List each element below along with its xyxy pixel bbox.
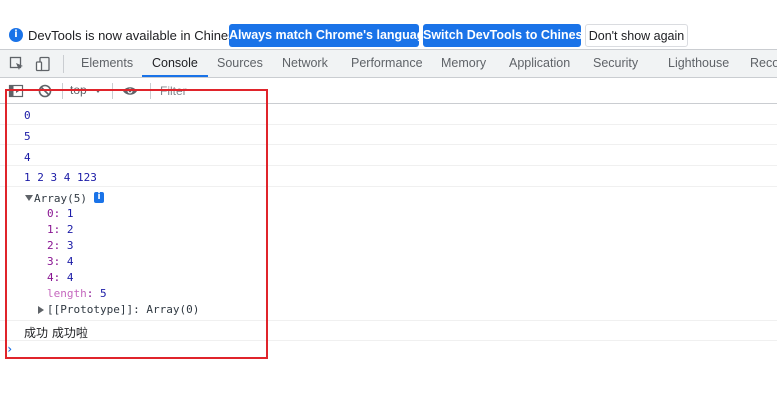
always-match-language-button[interactable]: Always match Chrome's language	[229, 24, 431, 47]
expand-triangle-icon[interactable]	[25, 195, 33, 201]
infobar-message: DevTools is now available in Chinese!	[28, 28, 246, 43]
tab-sources[interactable]: Sources	[217, 50, 263, 77]
tab-lighthouse[interactable]: Lighthouse	[668, 50, 729, 77]
tab-console[interactable]: Console	[142, 50, 208, 77]
tab-elements[interactable]: Elements	[81, 50, 133, 77]
array-property: 2: 3	[47, 239, 74, 252]
log-chinese-text: 成功 成功啦	[24, 326, 88, 340]
chevron-down-icon	[95, 89, 101, 93]
log-value: 5	[24, 130, 31, 143]
tab-application[interactable]: Application	[509, 50, 570, 77]
array-property: 1: 2	[47, 223, 74, 236]
log-value: 0	[24, 109, 31, 122]
array-property: 4: 4	[47, 271, 74, 284]
toolbar-separator	[112, 83, 113, 99]
array-property: 3: 4	[47, 255, 74, 268]
console-messages: 0 5 4 1 2 3 4 123 Array(5) i 0: 1 1: 2 2…	[0, 104, 777, 359]
log-value: 4	[24, 151, 31, 164]
array-property: 0: 1	[47, 207, 74, 220]
toolbar-separator	[150, 83, 151, 99]
console-prompt-icon: ›	[6, 342, 14, 356]
array-prototype[interactable]: [[Prototype]]: Array(0)	[47, 303, 199, 316]
tab-network[interactable]: Network	[282, 50, 328, 77]
device-toolbar-icon[interactable]	[35, 56, 51, 72]
toolbar-separator	[62, 83, 63, 99]
console-message: 成功 成功啦	[0, 321, 777, 341]
tab-memory[interactable]: Memory	[441, 50, 486, 77]
context-selector[interactable]: top	[70, 83, 87, 97]
console-message: 4	[0, 145, 777, 166]
array-length-property: length: 5	[47, 287, 107, 300]
info-badge-icon[interactable]: i	[94, 192, 104, 203]
inspect-element-icon[interactable]	[9, 56, 25, 72]
info-icon: i	[9, 28, 23, 42]
console-prompt-row[interactable]: ›	[0, 341, 777, 359]
devtools-tab-bar: Elements Console Sources Network Perform…	[0, 50, 777, 78]
tab-security[interactable]: Security	[593, 50, 638, 77]
dont-show-again-button[interactable]: Don't show again	[585, 24, 688, 47]
console-message: 0	[0, 104, 777, 125]
tab-recorder[interactable]: Reco	[750, 50, 777, 77]
switch-to-chinese-button[interactable]: Switch DevTools to Chinese	[423, 24, 589, 47]
console-sidebar-icon[interactable]	[8, 83, 24, 99]
clear-console-icon[interactable]	[37, 83, 53, 99]
language-infobar: i DevTools is now available in Chinese! …	[0, 21, 777, 50]
console-message: 1 2 3 4 123	[0, 166, 777, 187]
log-multiple-values: 1 2 3 4 123	[24, 171, 97, 184]
console-array-message: Array(5) i 0: 1 1: 2 2: 3 3: 4 4: 4 leng…	[0, 187, 777, 321]
array-label[interactable]: Array(5)	[34, 192, 87, 205]
tab-bar-separator	[63, 55, 64, 73]
live-expression-eye-icon[interactable]	[122, 83, 138, 99]
console-toolbar: top	[0, 78, 777, 104]
filter-input[interactable]	[156, 82, 460, 100]
expand-prototype-icon[interactable]	[38, 306, 44, 314]
console-message: 5	[0, 125, 777, 145]
tab-performance[interactable]: Performance	[351, 50, 423, 77]
